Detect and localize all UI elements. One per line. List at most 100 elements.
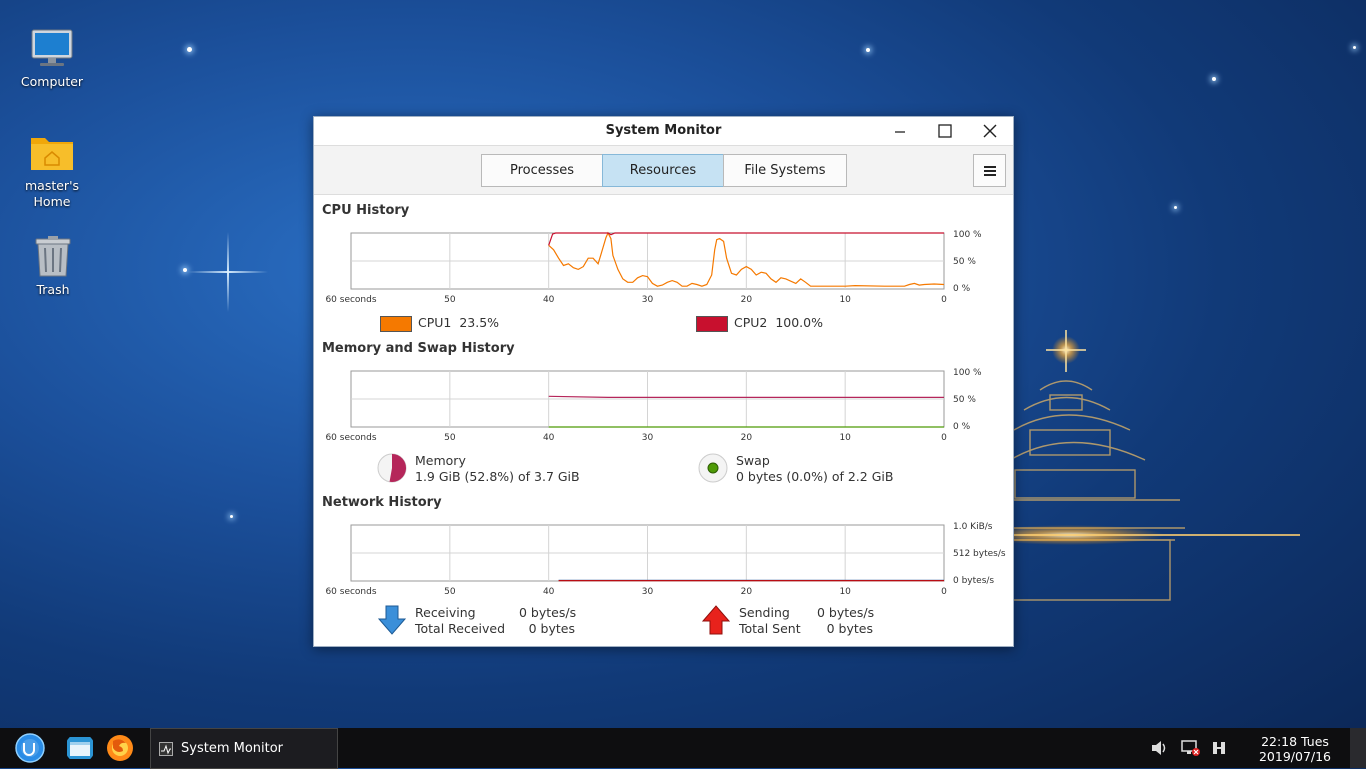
desktop-icon-home[interactable]: master's Home [12,132,92,210]
clock[interactable]: 22:18 Tues 2019/07/16 [1250,734,1340,764]
computer-icon [31,29,73,66]
star [1212,77,1216,81]
download-arrow-icon[interactable] [377,605,407,635]
x-tick-label: 0 [941,295,947,305]
cpu2-value: 100.0% [775,315,823,330]
star [187,47,192,52]
swap-pie-icon[interactable] [698,453,728,483]
x-tick-label: 40 [543,587,555,597]
memory-value: 1.9 GiB (52.8%) of 3.7 GiB [415,469,580,484]
memory-history-title: Memory and Swap History [322,341,515,356]
network-status-icon[interactable] [1181,739,1201,757]
y-tick-label: 100 % [953,368,982,378]
file-manager-icon[interactable] [65,733,95,763]
hamburger-menu-icon [983,165,996,176]
cpu1-color-swatch[interactable] [380,315,412,332]
tab-processes[interactable]: Processes [481,154,603,187]
x-tick-label: 30 [642,587,654,597]
y-tick-label: 100 % [953,230,982,240]
close-button[interactable] [970,117,1010,145]
taskbar: System Monitor 22:18 Tues 2019/07/16 [0,728,1366,769]
y-tick-label: 0 % [953,284,971,294]
minimize-button[interactable] [880,117,920,145]
x-tick-label: 10 [839,295,851,305]
cpu-history-graph: 100 % 50 % 0 % 60 seconds 50 40 30 20 10 0 [325,230,982,305]
close-icon [983,124,997,138]
y-tick-label: 0 % [953,422,971,432]
desktop-icon-computer[interactable]: Computer [12,28,92,90]
clock-date: 2019/07/16 [1258,749,1332,764]
x-tick-label: 40 [543,295,555,305]
network-history-graph: 1.0 KiB/s 512 bytes/s 0 bytes/s 60 seconds 5… [325,522,1006,597]
power-status-icon[interactable] [1211,739,1229,757]
toolbar: Processes Resources File Systems [314,145,1013,195]
receiving-label: Receiving [415,605,476,620]
desktop-icon-label: Computer [20,74,84,89]
sending-value: 0 bytes/s [817,605,875,620]
clock-time: 22:18 Tues [1261,734,1329,749]
trash-icon [35,236,71,277]
menu-button[interactable] [973,154,1006,187]
memory-history-graph: 100 % 50 % 0 % 60 seconds 50 40 30 20 10 0 [325,368,982,443]
wallpaper-pagoda [1010,330,1300,601]
cpu-history-title: CPU History [322,203,410,218]
x-tick-label: 50 [444,433,456,443]
memory-pie-icon[interactable] [377,453,407,483]
total-received-value: 0 bytes [528,621,575,636]
taskbar-item-system-monitor[interactable]: System Monitor [150,728,338,769]
desktop-icon-trash[interactable]: Trash [13,236,93,298]
start-menu-icon[interactable] [15,733,45,763]
y-tick-label: 50 % [953,257,976,267]
cpu1-legend: CPU1 23.5% [380,315,499,332]
star [183,268,187,272]
swap-label: Swap [736,453,770,468]
show-desktop-button[interactable] [1350,728,1366,768]
y-tick-label: 50 % [953,395,976,405]
y-tick-label: 1.0 KiB/s [953,522,993,532]
star [1353,46,1356,49]
system-monitor-app-icon [159,741,173,756]
x-tick-label: 10 [839,587,851,597]
star [1174,206,1177,209]
x-tick-label: 40 [543,433,555,443]
x-tick-label: 30 [642,295,654,305]
x-tick-label: 60 seconds [325,587,376,597]
cpu1-value: 23.5% [459,315,500,330]
x-tick-label: 50 [444,295,456,305]
star [866,48,870,52]
taskbar-item-label: System Monitor [181,741,284,756]
maximize-button[interactable] [925,117,965,145]
y-tick-label: 512 bytes/s [953,549,1006,559]
total-sent-value: 0 bytes [826,621,873,636]
x-tick-label: 10 [839,433,851,443]
tab-file-systems[interactable]: File Systems [723,154,847,187]
x-tick-label: 60 seconds [325,433,376,443]
swap-value: 0 bytes (0.0%) of 2.2 GiB [736,469,894,484]
total-received-label: Total Received [415,621,506,636]
x-tick-label: 0 [941,587,947,597]
view-tabs: Processes Resources File Systems [481,154,847,187]
x-tick-label: 20 [741,433,753,443]
cpu2-color-swatch[interactable] [696,315,728,332]
desktop-icon-label: Trash [36,282,70,297]
cpu2-legend: CPU2 100.0% [696,315,823,332]
sending-label: Sending [739,605,790,620]
system-monitor-window: System Monitor Processes Resources File … [313,116,1014,647]
x-tick-label: 30 [642,433,654,443]
y-tick-label: 0 bytes/s [953,576,994,586]
memory-label: Memory [415,453,466,468]
x-tick-label: 50 [444,587,456,597]
tab-resources[interactable]: Resources [602,154,724,187]
x-tick-label: 20 [741,587,753,597]
total-sent-label: Total Sent [739,621,801,636]
maximize-icon [938,124,952,138]
minimize-icon [895,131,905,133]
window-titlebar[interactable]: System Monitor [314,117,1013,145]
volume-icon[interactable] [1150,739,1168,757]
x-tick-label: 0 [941,433,947,443]
home-folder-icon [31,138,73,170]
desktop-icon-label: master's Home [24,178,80,209]
upload-arrow-icon[interactable] [701,605,731,635]
firefox-icon[interactable] [105,733,135,763]
star [230,515,233,518]
